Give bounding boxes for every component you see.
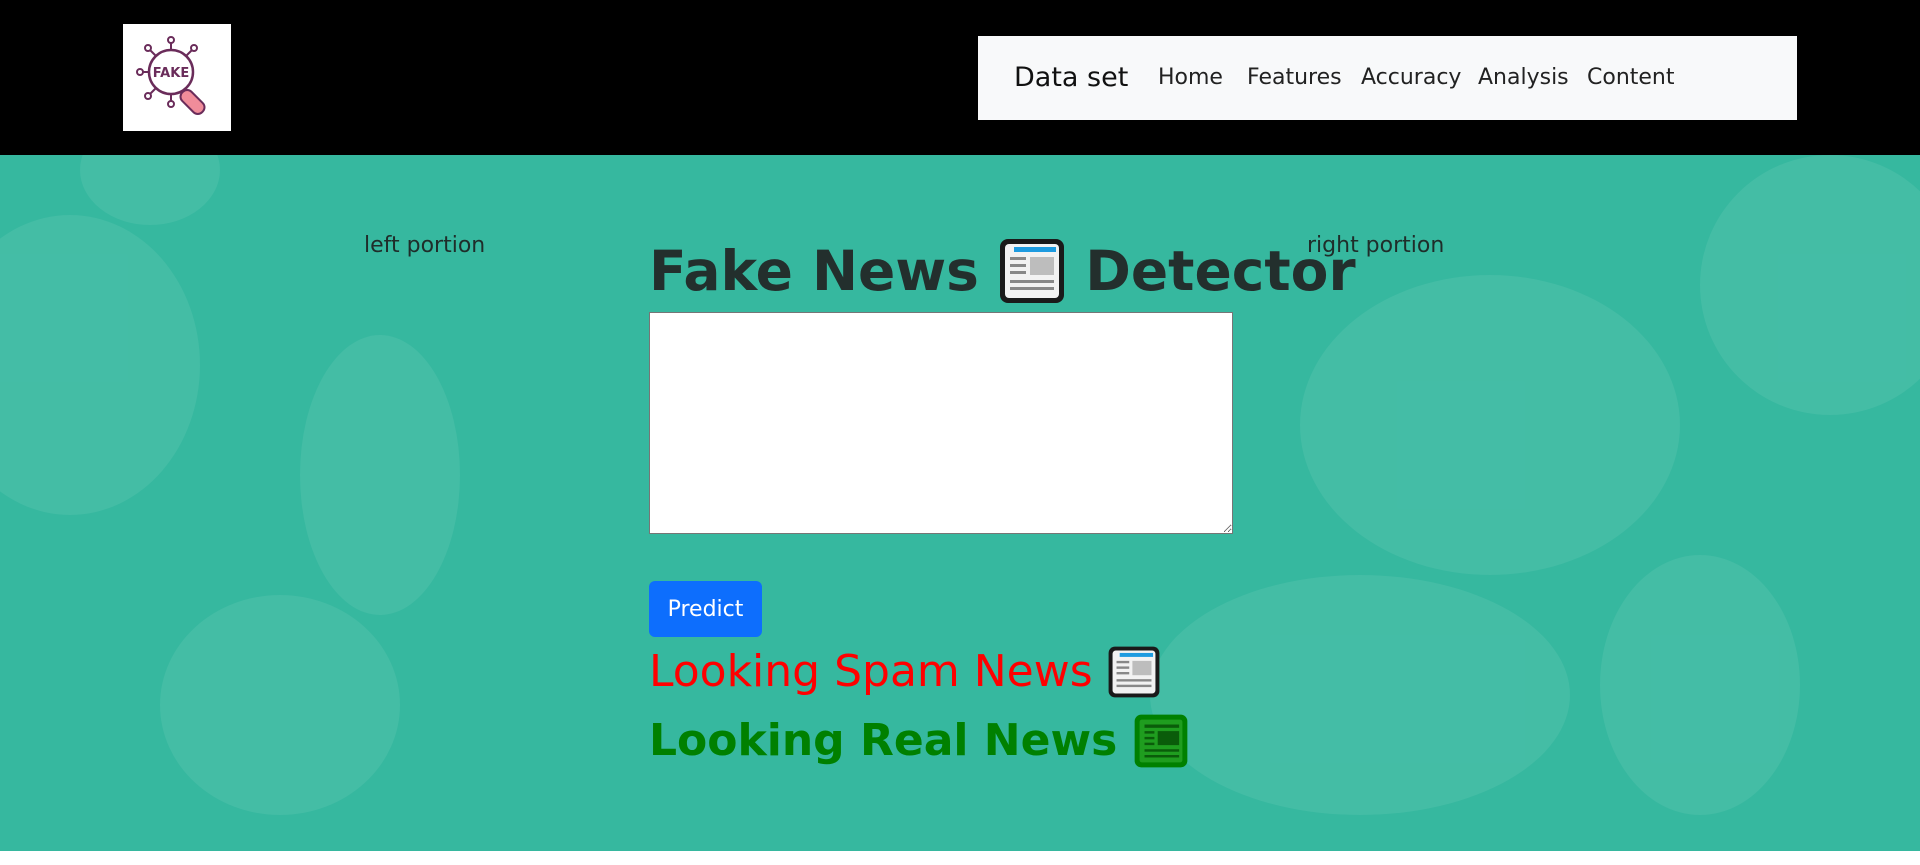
navbar: Data set Home Features Accuracy Analysis… — [978, 36, 1797, 120]
title-text-fake-news: Fake News — [649, 238, 979, 303]
top-bar: FAKE Data set Home Features Accuracy Ana… — [0, 0, 1920, 155]
news-text-input[interactable] — [649, 312, 1233, 534]
predict-button[interactable]: Predict — [649, 581, 762, 637]
real-news-text: Looking Real News — [649, 715, 1118, 766]
spam-news-result: Looking Spam News — [649, 641, 1161, 699]
real-news-result: Looking Real News — [649, 710, 1189, 768]
nav-link-content[interactable]: Content — [1587, 36, 1675, 120]
page-title: Fake News Detector — [649, 227, 1356, 307]
nav-link-analysis[interactable]: Analysis — [1478, 36, 1569, 120]
nav-link-accuracy[interactable]: Accuracy — [1361, 36, 1461, 120]
newspaper-icon — [1108, 646, 1160, 698]
nav-link-features[interactable]: Features — [1247, 36, 1342, 120]
newspaper-icon — [1000, 238, 1065, 303]
green-newspaper-icon — [1134, 714, 1187, 768]
navbar-brand[interactable]: Data set — [1014, 36, 1128, 120]
hero-section: left portion right portion Fake News Det… — [0, 155, 1920, 851]
left-portion-label: left portion — [364, 233, 486, 258]
title-text-detector: Detector — [1085, 238, 1356, 303]
svg-text:FAKE: FAKE — [153, 66, 189, 81]
nav-link-home[interactable]: Home — [1158, 36, 1223, 120]
spam-news-text: Looking Spam News — [649, 646, 1093, 697]
logo[interactable]: FAKE — [123, 24, 231, 131]
fake-magnifier-logo-icon: FAKE — [136, 36, 206, 116]
